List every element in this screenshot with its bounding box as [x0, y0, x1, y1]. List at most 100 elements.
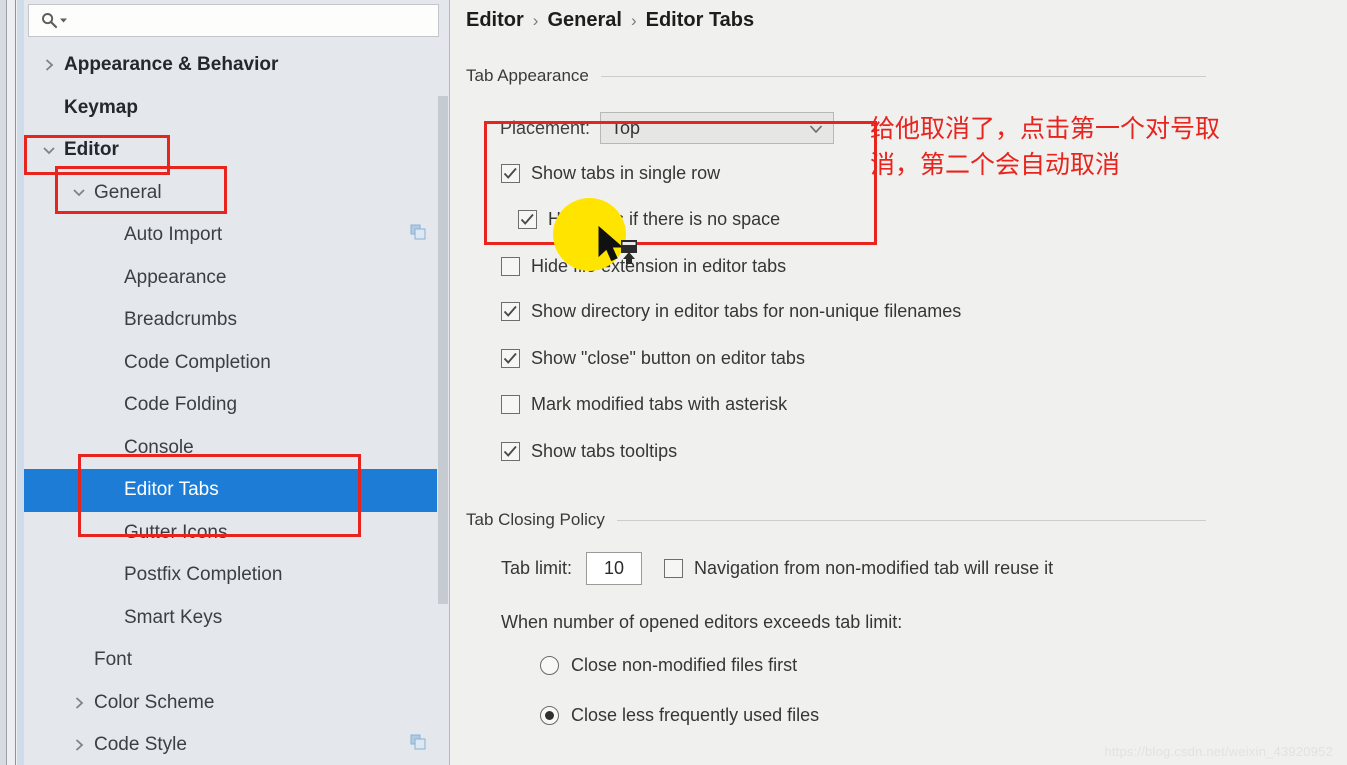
checkbox-row-show-tabs-in-single-row[interactable]: Show tabs in single row — [501, 163, 720, 184]
sidebar-item-label: Keymap — [64, 96, 138, 118]
sidebar-item-label: Appearance & Behavior — [64, 54, 279, 76]
radio-row-close-non-modified-files-first[interactable]: Close non-modified files first — [540, 655, 797, 676]
sidebar-item-font[interactable]: Font — [24, 639, 438, 682]
group-title-tab-closing-policy: Tab Closing Policy — [466, 510, 605, 529]
sidebar-item-editor-tabs[interactable]: Editor Tabs — [24, 469, 438, 512]
placement-dropdown[interactable]: Top — [600, 112, 835, 144]
group-divider-line — [616, 519, 1206, 521]
checkbox-label: Hide file extension in editor tabs — [531, 256, 787, 276]
chevron-right-icon[interactable] — [38, 58, 60, 72]
group-title-tab-appearance: Tab Appearance — [466, 66, 589, 85]
copy-settings-icon[interactable] — [410, 734, 426, 756]
sidebar-item-label: Editor — [64, 139, 119, 161]
sidebar-scrollbar-thumb[interactable] — [438, 96, 448, 604]
search-dropdown-arrow-icon[interactable] — [59, 12, 68, 30]
watermark: https://blog.csdn.net/weixin_43920952 — [1104, 744, 1333, 759]
sidebar-item-code-folding[interactable]: Code Folding — [24, 384, 438, 427]
checkbox-label: Hide tabs if there is no space — [548, 209, 781, 229]
checkbox-unchecked-icon[interactable] — [501, 257, 520, 276]
checkbox-checked-icon[interactable] — [501, 302, 520, 321]
sidebar-item-label: Color Scheme — [94, 691, 215, 713]
copy-settings-icon[interactable] — [410, 224, 426, 246]
reuse-tab-label: Navigation from non-modified tab will re… — [694, 558, 1054, 578]
chevron-down-icon[interactable] — [68, 187, 90, 198]
sidebar-item-gutter-icons[interactable]: Gutter Icons — [24, 512, 438, 555]
sidebar-item-label: Auto Import — [124, 224, 223, 246]
search-input[interactable] — [74, 5, 438, 36]
radio-label: Close non-modified files first — [571, 655, 798, 675]
sidebar-item-keymap[interactable]: Keymap — [24, 87, 438, 130]
sidebar-item-breadcrumbs[interactable]: Breadcrumbs — [24, 299, 438, 342]
breadcrumb: Editor › General › Editor Tabs — [466, 9, 754, 32]
sidebar-item-appearance-behavior[interactable]: Appearance & Behavior — [24, 44, 438, 87]
tab-limit-label: Tab limit: — [501, 558, 573, 578]
tab-limit-row: Tab limit: 10 Navigation from non-modifi… — [501, 552, 1053, 585]
checkbox-row-show-directory-in-editor-tabs-for-non-unique-filenames[interactable]: Show directory in editor tabs for non-un… — [501, 301, 961, 322]
sidebar-item-label: Font — [94, 649, 133, 671]
checkbox-unchecked-icon[interactable] — [501, 395, 520, 414]
sidebar-item-appearance[interactable]: Appearance — [24, 257, 438, 300]
sidebar-item-color-scheme[interactable]: Color Scheme — [24, 682, 438, 725]
sidebar-item-console[interactable]: Console — [24, 427, 438, 470]
checkbox-row-show-close-button-on-editor-tabs[interactable]: Show "close" button on editor tabs — [501, 348, 805, 369]
sidebar-item-code-style[interactable]: Code Style — [24, 724, 438, 765]
chevron-right-icon[interactable] — [68, 738, 90, 752]
sidebar-item-label: Appearance — [124, 266, 227, 288]
search-box[interactable] — [28, 4, 439, 37]
radio-row-close-less-frequently-used-files[interactable]: Close less frequently used files — [540, 705, 819, 726]
sidebar-item-label: Smart Keys — [124, 606, 223, 628]
breadcrumb-item-editor[interactable]: Editor — [466, 9, 524, 32]
group-header-tab-appearance: Tab Appearance — [466, 66, 1206, 86]
checkbox-row-hide-tabs-if-there-is-no-space[interactable]: Hide tabs if there is no space — [518, 209, 780, 230]
breadcrumb-item-general[interactable]: General — [547, 9, 621, 32]
sidebar-item-label: Editor Tabs — [124, 479, 219, 501]
window-edge-strip-mid — [8, 0, 16, 765]
radio-dot — [545, 711, 554, 720]
breadcrumb-separator: › — [532, 10, 539, 30]
chevron-down-icon[interactable] — [38, 145, 60, 156]
settings-dialog: Appearance & Behavior Keymap Editor General… — [0, 0, 1347, 765]
sidebar-item-postfix-completion[interactable]: Postfix Completion — [24, 554, 438, 597]
window-edge-strip-inner — [17, 0, 24, 765]
sidebar-item-general[interactable]: General — [24, 172, 438, 215]
reuse-tab-checkbox[interactable] — [664, 559, 684, 578]
settings-tree-panel: Appearance & Behavior Keymap Editor General… — [24, 0, 450, 765]
checkbox-label: Mark modified tabs with asterisk — [531, 394, 788, 414]
checkbox-checked-icon[interactable] — [518, 210, 537, 229]
sidebar-item-label: Code Style — [94, 734, 187, 756]
chevron-right-icon[interactable] — [68, 696, 90, 710]
sidebar-item-label: Console — [124, 436, 194, 458]
checkbox-label: Show tabs in single row — [531, 163, 721, 183]
chevron-down-icon — [809, 118, 823, 139]
checkbox-row-hide-file-extension-in-editor-tabs[interactable]: Hide file extension in editor tabs — [501, 256, 786, 277]
tab-limit-value: 10 — [604, 558, 625, 578]
sidebar-item-label: Postfix Completion — [124, 564, 283, 586]
sidebar-item-label: Code Folding — [124, 394, 238, 416]
checkbox-checked-icon[interactable] — [501, 164, 520, 183]
sidebar-item-label: Gutter Icons — [124, 521, 228, 543]
group-header-tab-closing-policy: Tab Closing Policy — [466, 510, 1206, 530]
group-divider-line — [600, 75, 1206, 77]
sidebar-item-label: Code Completion — [124, 351, 271, 373]
tab-limit-input[interactable]: 10 — [586, 552, 643, 585]
checkbox-label: Show tabs tooltips — [531, 441, 678, 461]
sidebar-item-editor[interactable]: Editor — [24, 129, 438, 172]
placement-value: Top — [611, 117, 641, 138]
radio-selected-icon[interactable] — [540, 706, 559, 725]
placement-label: Placement: — [500, 117, 591, 138]
radio-label: Close less frequently used files — [571, 705, 820, 725]
exceeds-limit-label: When number of opened editors exceeds ta… — [501, 612, 903, 632]
sidebar-item-code-completion[interactable]: Code Completion — [24, 342, 438, 385]
checkbox-row-show-tabs-tooltips[interactable]: Show tabs tooltips — [501, 441, 677, 462]
checkbox-checked-icon[interactable] — [501, 442, 520, 461]
checkbox-row-mark-modified-tabs-with-asterisk[interactable]: Mark modified tabs with asterisk — [501, 394, 787, 415]
sidebar-item-smart-keys[interactable]: Smart Keys — [24, 597, 438, 640]
breadcrumb-item-editor-tabs[interactable]: Editor Tabs — [646, 9, 755, 32]
radio-unselected-icon[interactable] — [540, 656, 559, 675]
sidebar-scrollbar-track[interactable] — [437, 44, 449, 765]
checkbox-label: Show "close" button on editor tabs — [531, 348, 805, 368]
checkbox-checked-icon[interactable] — [501, 349, 520, 368]
reuse-tab-checkbox-row[interactable]: Navigation from non-modified tab will re… — [664, 558, 1053, 579]
search-icon — [41, 12, 58, 29]
sidebar-item-auto-import[interactable]: Auto Import — [24, 214, 438, 257]
